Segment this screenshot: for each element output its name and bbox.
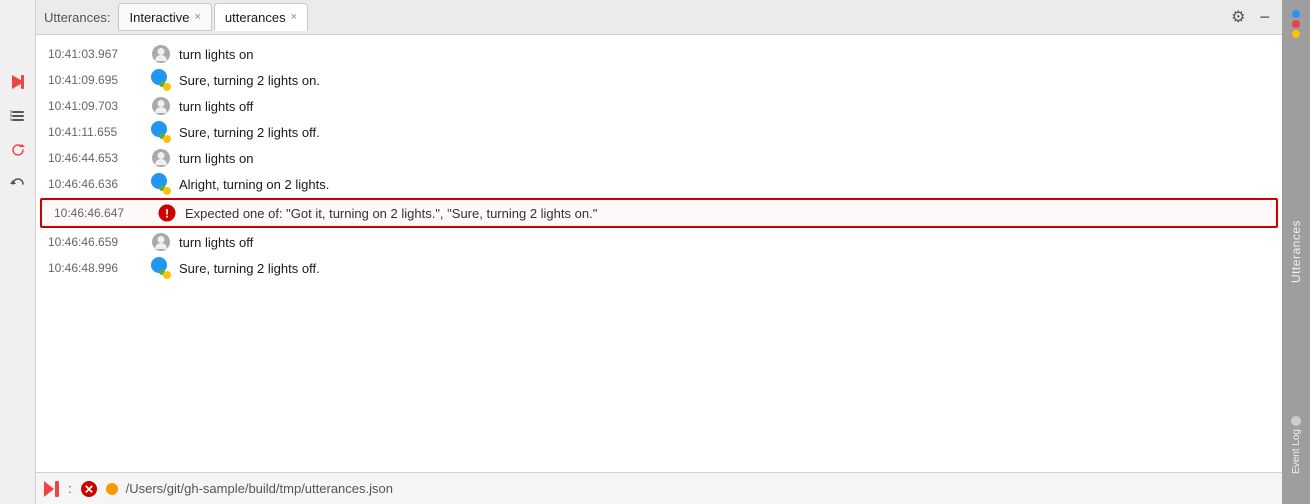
bot-avatar-icon [151,122,171,142]
event-log-area: Event Log [1291,416,1302,474]
user-avatar-icon [151,232,171,252]
sidebar-play-icon[interactable] [6,70,30,94]
timestamp: 10:41:09.703 [48,99,143,113]
colon-separator: : [68,481,72,496]
bot-avatar-icon [151,70,171,90]
main-content: Utterances: Interactive × utterances × ⚙… [36,0,1282,504]
user-avatar-icon [151,44,171,64]
timestamp: 10:46:48.996 [48,261,143,275]
bot-avatar-icon [151,258,171,278]
user-avatar-icon [151,148,171,168]
table-row: 10:41:09.695 Sure, turning 2 lights on. [36,67,1282,93]
utterance-text: Sure, turning 2 lights on. [179,73,320,88]
tab-utterances-close[interactable]: × [291,12,297,23]
timestamp: 10:41:03.967 [48,47,143,61]
timestamp: 10:41:09.695 [48,73,143,87]
event-log-label[interactable]: Event Log [1291,429,1302,474]
sidebar-refresh-icon[interactable] [6,138,30,162]
tab-utterances-label: utterances [225,10,286,25]
utterance-text: turn lights off [179,99,253,114]
error-icon: ! [157,203,177,223]
utterance-text: turn lights off [179,235,253,250]
utterance-text: Sure, turning 2 lights off. [179,261,320,276]
tab-interactive[interactable]: Interactive × [118,3,211,31]
svg-text:✕: ✕ [84,482,94,496]
timestamp: 10:46:44.653 [48,151,143,165]
error-text: Expected one of: "Got it, turning on 2 l… [185,206,597,221]
tab-bar: Utterances: Interactive × utterances × ⚙… [36,0,1282,35]
tab-interactive-label: Interactive [129,10,189,25]
file-path: /Users/git/gh-sample/build/tmp/utterance… [126,481,393,496]
minimize-button[interactable]: − [1255,8,1274,26]
utterance-text: turn lights on [179,151,253,166]
sidebar-list-icon[interactable] [6,104,30,128]
bottom-bar: : ✕ /Users/git/gh-sample/build/tmp/utter… [36,472,1282,504]
table-row: 10:46:44.653 turn lights on [36,145,1282,171]
utterance-text: Alright, turning on 2 lights. [179,177,329,192]
table-row: 10:46:48.996 Sure, turning 2 lights off. [36,255,1282,281]
bottom-play-icon[interactable] [44,481,60,497]
utterance-text: Sure, turning 2 lights off. [179,125,320,140]
dot-yellow-icon [1292,30,1300,38]
bot-avatar-icon [151,174,171,194]
utterances-list[interactable]: 10:41:03.967 turn lights on 10:41:09.695… [36,35,1282,472]
dot-red-icon [1292,20,1300,28]
settings-button[interactable]: ⚙ [1227,5,1249,29]
svg-text:!: ! [165,207,169,221]
error-badge-icon: ✕ [80,480,98,498]
left-sidebar [0,0,36,504]
table-row: 10:41:09.703 turn lights off [36,93,1282,119]
user-avatar-icon [151,96,171,116]
utterance-text: turn lights on [179,47,253,62]
tab-utterances[interactable]: utterances × [214,3,308,31]
table-row: 10:41:11.655 Sure, turning 2 lights off. [36,119,1282,145]
utterances-label: Utterances: [44,10,110,25]
table-row: 10:41:03.967 turn lights on [36,41,1282,67]
tab-interactive-close[interactable]: × [194,12,200,23]
table-row: 10:46:46.659 turn lights off [36,229,1282,255]
timestamp: 10:46:46.636 [48,177,143,191]
right-sidebar-dots [1292,10,1300,38]
timestamp: 10:41:11.655 [48,125,143,139]
sidebar-undo-icon[interactable] [6,172,30,196]
right-sidebar-label[interactable]: Utterances [1289,220,1303,283]
timestamp: 10:46:46.659 [48,235,143,249]
timestamp: 10:46:46.647 [54,206,149,220]
tab-actions: ⚙ − [1227,5,1274,29]
error-row: 10:46:46.647 ! Expected one of: "Got it,… [40,198,1278,228]
orange-dot-icon [106,483,118,495]
table-row: 10:46:46.636 Alright, turning on 2 light… [36,171,1282,197]
dot-blue-icon [1292,10,1300,18]
right-sidebar: Utterances Event Log [1282,0,1310,504]
event-log-dot [1291,416,1301,426]
